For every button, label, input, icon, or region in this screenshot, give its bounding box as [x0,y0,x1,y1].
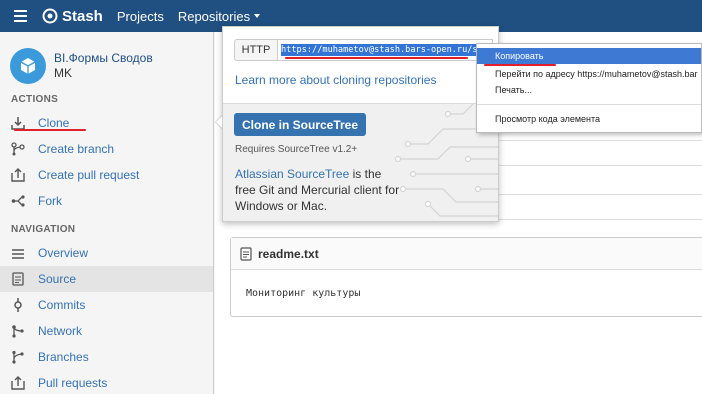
sourcetree-requirement: Requires SourceTree v1.2+ [235,144,358,155]
pull-request-icon [10,167,26,183]
menu-icon[interactable] [0,0,40,32]
protocol-selector[interactable]: HTTP [234,39,278,61]
repo-avatar[interactable] [10,48,46,84]
stash-logo[interactable]: Stash [42,8,103,25]
sourcetree-link[interactable]: Atlassian SourceTree [235,167,349,181]
sidebar-item-clone[interactable]: Clone [0,110,213,136]
context-menu-go-to-address[interactable]: Перейти по адресу https://muhametov@stas… [477,66,701,82]
sidebar-item-label: Create branch [38,142,115,156]
context-menu-divider [477,104,701,105]
sourcetree-section: Clone in SourceTree Requires SourceTree … [223,103,498,221]
annotation-underline-url [285,57,468,59]
readme-header: readme.txt [231,238,702,270]
sidebar-item-create-branch[interactable]: Create branch [0,136,213,162]
context-menu-print[interactable]: Печать... [477,82,701,98]
sidebar-item-label: Source [38,272,77,286]
learn-more-link[interactable]: Learn more about cloning repositories [235,73,498,87]
sidebar-item-branches[interactable]: Branches [0,344,213,370]
sidebar: BI.Формы Сводов MK ACTIONS Clone Create … [0,32,214,394]
clone-dialog: HTTP https://muhametov@stash.bars-open.r… [222,26,499,222]
annotation-underline-clone [14,129,86,131]
clone-url-selected: https://muhametov@stash.bars-open.ru/s [281,44,478,56]
pull-requests-icon [10,375,26,391]
stash-logo-icon [42,8,58,24]
context-menu-copy[interactable]: Копировать [477,48,701,64]
sidebar-item-commits[interactable]: Commits [0,292,213,318]
sidebar-item-fork[interactable]: Fork [0,188,213,214]
navigation-title: NAVIGATION [11,224,76,235]
nav-repositories[interactable]: Repositories [178,9,261,24]
sidebar-item-label: Create pull request [38,168,140,182]
project-name[interactable]: MK [54,66,153,81]
popup-pointer-inner [216,116,222,128]
chevron-down-icon [254,14,261,18]
readme-filename[interactable]: readme.txt [258,247,319,261]
sidebar-item-label: Network [38,324,83,338]
readme-content: Мониторинг культуры [246,288,361,299]
sidebar-item-label: Overview [38,246,89,260]
overview-icon [10,245,26,261]
repo-header: BI.Формы Сводов MK [0,32,213,90]
sidebar-item-label: Clone [38,116,70,130]
sidebar-item-source[interactable]: Source [0,266,213,292]
sidebar-item-label: Fork [38,194,62,208]
fork-icon [10,193,26,209]
readme-panel: readme.txt Мониторинг культуры [230,237,702,317]
sidebar-item-label: Commits [38,298,86,312]
branches-icon [10,349,26,365]
sidebar-item-label: Branches [38,350,89,364]
branch-icon [10,141,26,157]
file-icon [240,246,252,261]
sidebar-item-pull-requests[interactable]: Pull requests [0,370,213,394]
annotation-underline-copy [484,64,556,66]
context-menu: Копировать Перейти по адресу https://muh… [476,43,702,133]
sidebar-item-label: Pull requests [38,376,108,390]
actions-title: ACTIONS [11,94,59,105]
sourcetree-description: Atlassian SourceTree is the free Git and… [235,166,405,214]
sidebar-item-create-pull-request[interactable]: Create pull request [0,162,213,188]
repo-name[interactable]: BI.Формы Сводов [54,51,153,66]
context-menu-view-source[interactable]: Просмотр кода элемента [477,111,701,127]
clone-in-sourcetree-button[interactable]: Clone in SourceTree [234,113,367,136]
logo-text: Stash [62,7,103,25]
commit-icon [10,297,26,313]
cube-icon [20,58,36,74]
source-icon [10,271,26,287]
sidebar-item-network[interactable]: Network [0,318,213,344]
network-icon [10,323,26,339]
sidebar-item-overview[interactable]: Overview [0,240,213,266]
nav-projects[interactable]: Projects [117,9,164,24]
